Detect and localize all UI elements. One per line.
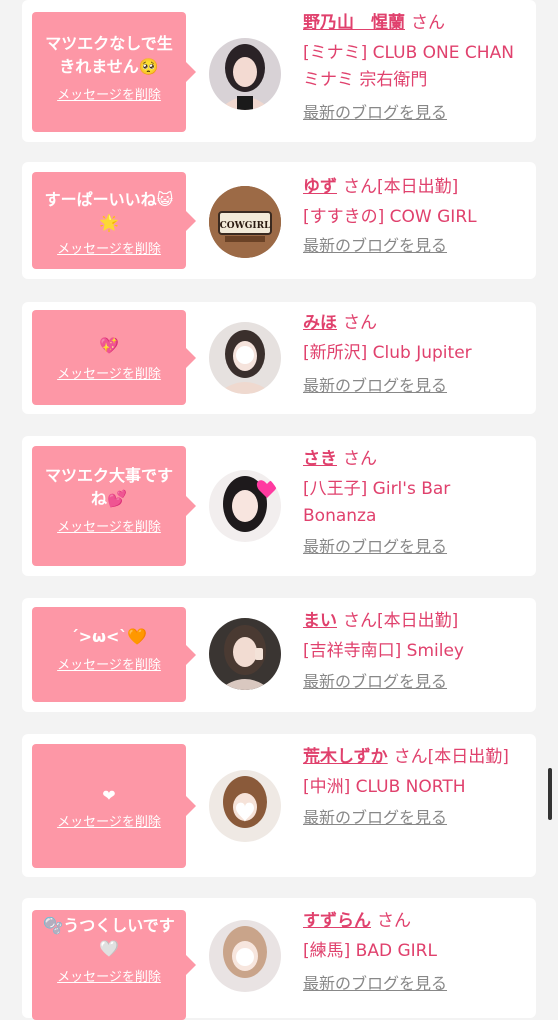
message-text: ´>ω<`🧡 <box>70 627 148 646</box>
honorific: さん <box>393 747 428 767</box>
latest-blog-link[interactable]: 最新のブログを見る <box>303 807 447 829</box>
delete-message-link[interactable]: メッセージを削除 <box>57 363 161 382</box>
delete-message-link[interactable]: メッセージを削除 <box>57 238 161 257</box>
message-text: マツエクなしで生きれません🥺 <box>45 34 173 76</box>
message-card: 💖 メッセージを削除 みほ さん [新所沢] Club Jupiter 最新のブロ… <box>22 302 536 414</box>
message-bubble: 💖 メッセージを削除 <box>32 310 196 405</box>
avatar[interactable] <box>209 322 281 394</box>
shop-name: [すすきの] COW GIRL <box>303 207 477 227</box>
honorific: さん <box>343 449 377 469</box>
girl-info: 野乃山 惺蘭 さん [ミナミ] CLUB ONE CHAN ミナミ 宗右衛門 最新… <box>303 10 527 124</box>
message-bubble: ❤ メッセージを削除 <box>32 744 196 868</box>
girl-name-link[interactable]: すずらん <box>303 911 371 931</box>
girl-name-link[interactable]: 荒木しずか <box>303 747 388 767</box>
latest-blog-link[interactable]: 最新のブログを見る <box>303 973 447 995</box>
girl-info: すずらん さん [練馬] BAD GIRL 最新のブログを見る <box>303 908 527 995</box>
message-bubble: すーぱーいいね😺🌟 メッセージを削除 <box>32 172 196 269</box>
shop-name: [新所沢] Club Jupiter <box>303 343 472 363</box>
honorific: さん <box>377 911 411 931</box>
girl-info: さき さん [八王子] Girl's Bar Bonanza 最新のブログを見る <box>303 446 527 558</box>
delete-message-link[interactable]: メッセージを削除 <box>57 84 161 103</box>
shop-name: [中洲] CLUB NORTH <box>303 777 466 797</box>
message-card: すーぱーいいね😺🌟 メッセージを削除 COWGIRL ゆず さん[本日出勤] [す… <box>22 162 536 279</box>
message-text: マツエク大事ですね💕 <box>44 466 173 508</box>
shop-name: [ミナミ] CLUB ONE CHAN ミナミ 宗右衛門 <box>303 43 514 90</box>
message-card: マツエクなしで生きれません🥺 メッセージを削除 野乃山 惺蘭 さん [ミナミ] C… <box>22 0 536 142</box>
girl-info: 荒木しずか さん[本日出勤] [中洲] CLUB NORTH 最新のブログを見る <box>303 744 527 829</box>
latest-blog-link[interactable]: 最新のブログを見る <box>303 671 447 693</box>
girl-name-link[interactable]: まい <box>303 611 337 631</box>
honorific: さん <box>411 13 445 33</box>
girl-info: まい さん[本日出勤] [吉祥寺南口] Smiley 最新のブログを見る <box>303 608 527 693</box>
message-text: 💖 <box>99 336 119 355</box>
honorific: さん <box>343 611 377 631</box>
avatar[interactable] <box>209 38 281 110</box>
shop-name: [吉祥寺南口] Smiley <box>303 641 464 661</box>
message-bubble: マツエク大事ですね💕 メッセージを削除 <box>32 446 196 566</box>
message-text: すーぱーいいね😺🌟 <box>44 190 174 232</box>
status-text: [本日出勤] <box>377 611 459 631</box>
avatar[interactable] <box>209 470 281 542</box>
honorific: さん <box>343 177 377 197</box>
shop-name: [八王子] Girl's Bar Bonanza <box>303 479 451 526</box>
girl-name-link[interactable]: みほ <box>303 313 337 333</box>
latest-blog-link[interactable]: 最新のブログを見る <box>303 235 447 257</box>
status-text: [本日出勤] <box>427 747 509 767</box>
delete-message-link[interactable]: メッセージを削除 <box>57 654 161 673</box>
honorific: さん <box>343 313 377 333</box>
latest-blog-link[interactable]: 最新のブログを見る <box>303 102 447 124</box>
girl-info: ゆず さん[本日出勤] [すすきの] COW GIRL 最新のブログを見る <box>303 174 527 257</box>
avatar[interactable]: COWGIRL <box>209 186 281 258</box>
delete-message-link[interactable]: メッセージを削除 <box>57 966 161 985</box>
delete-message-link[interactable]: メッセージを削除 <box>57 811 161 830</box>
delete-message-link[interactable]: メッセージを削除 <box>57 516 161 535</box>
message-card: ´>ω<`🧡 メッセージを削除 まい さん[本日出勤] [吉祥寺南口] Smile… <box>22 598 536 712</box>
girl-name-link[interactable]: ゆず <box>303 177 337 197</box>
message-card: マツエク大事ですね💕 メッセージを削除 さき さん [八王子] Girl's Ba… <box>22 436 536 576</box>
latest-blog-link[interactable]: 最新のブログを見る <box>303 375 447 397</box>
message-text: ❤ <box>102 786 116 805</box>
scrollbar[interactable] <box>548 768 552 820</box>
avatar-logo-text: COWGIRL <box>220 221 271 231</box>
message-bubble: マツエクなしで生きれません🥺 メッセージを削除 <box>32 12 196 132</box>
status-text: [本日出勤] <box>377 177 459 197</box>
message-text: 🫧うつくしいです🤍 <box>43 916 175 958</box>
girl-info: みほ さん [新所沢] Club Jupiter 最新のブログを見る <box>303 310 527 397</box>
message-card: ❤ メッセージを削除 荒木しずか さん[本日出勤] [中洲] CLUB NORTH… <box>22 734 536 877</box>
girl-name-link[interactable]: さき <box>303 449 337 469</box>
shop-name: [練馬] BAD GIRL <box>303 941 437 961</box>
avatar[interactable] <box>209 920 281 992</box>
avatar[interactable] <box>209 770 281 842</box>
message-card: 🫧うつくしいです🤍 メッセージを削除 すずらん さん [練馬] BAD GIRL … <box>22 898 536 1020</box>
latest-blog-link[interactable]: 最新のブログを見る <box>303 536 447 558</box>
message-bubble: ´>ω<`🧡 メッセージを削除 <box>32 607 196 702</box>
girl-name-link[interactable]: 野乃山 惺蘭 <box>303 13 405 33</box>
message-bubble: 🫧うつくしいです🤍 メッセージを削除 <box>32 910 196 1020</box>
avatar[interactable] <box>209 618 281 690</box>
